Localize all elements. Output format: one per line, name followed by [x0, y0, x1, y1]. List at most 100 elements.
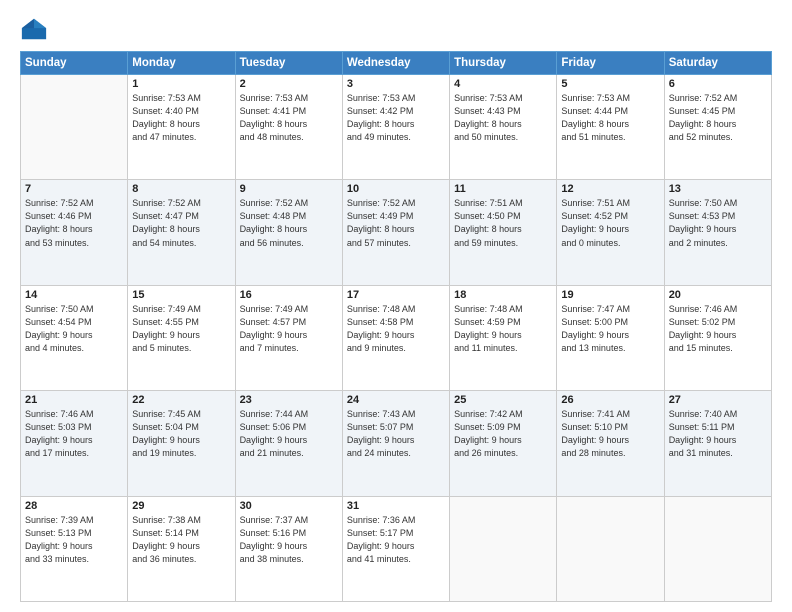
day-info: Sunrise: 7:53 AM Sunset: 4:42 PM Dayligh… — [347, 92, 445, 144]
calendar-week-3: 14Sunrise: 7:50 AM Sunset: 4:54 PM Dayli… — [21, 285, 772, 390]
day-info: Sunrise: 7:37 AM Sunset: 5:16 PM Dayligh… — [240, 514, 338, 566]
day-number: 18 — [454, 289, 552, 301]
day-number: 15 — [132, 289, 230, 301]
day-info: Sunrise: 7:46 AM Sunset: 5:02 PM Dayligh… — [669, 303, 767, 355]
day-info: Sunrise: 7:53 AM Sunset: 4:44 PM Dayligh… — [561, 92, 659, 144]
calendar-cell: 4 Sunrise: 7:53 AM Sunset: 4:43 PM Daylig… — [450, 75, 557, 180]
calendar-cell: 31 Sunrise: 7:36 AM Sunset: 5:17 PM Dayli… — [342, 496, 449, 601]
calendar-cell: 19 Sunrise: 7:47 AM Sunset: 5:00 PM Dayli… — [557, 285, 664, 390]
day-info: Sunrise: 7:49 AM Sunset: 4:57 PM Dayligh… — [240, 303, 338, 355]
day-number: 4 — [454, 78, 552, 90]
calendar-cell: 20Sunrise: 7:46 AM Sunset: 5:02 PM Dayli… — [664, 285, 771, 390]
logo — [20, 15, 52, 43]
day-info: Sunrise: 7:38 AM Sunset: 5:14 PM Dayligh… — [132, 514, 230, 566]
day-info: Sunrise: 7:48 AM Sunset: 4:58 PM Dayligh… — [347, 303, 445, 355]
day-number: 21 — [25, 394, 123, 406]
calendar-cell: 18Sunrise: 7:48 AM Sunset: 4:59 PM Dayli… — [450, 285, 557, 390]
day-info: Sunrise: 7:40 AM Sunset: 5:11 PM Dayligh… — [669, 408, 767, 460]
day-number: 19 — [561, 289, 659, 301]
calendar-cell — [21, 75, 128, 180]
calendar-cell — [664, 496, 771, 601]
calendar-cell: 11 Sunrise: 7:51 AM Sunset: 4:50 PM Dayli… — [450, 180, 557, 285]
day-number: 1 — [132, 78, 230, 90]
day-number: 7 — [25, 183, 123, 195]
calendar-week-2: 7Sunrise: 7:52 AM Sunset: 4:46 PM Daylig… — [21, 180, 772, 285]
day-info: Sunrise: 7:46 AM Sunset: 5:03 PM Dayligh… — [25, 408, 123, 460]
day-number: 30 — [240, 500, 338, 512]
day-number: 23 — [240, 394, 338, 406]
calendar-cell: 26 Sunrise: 7:41 AM Sunset: 5:10 PM Dayli… — [557, 391, 664, 496]
day-number: 27 — [669, 394, 767, 406]
day-info: Sunrise: 7:52 AM Sunset: 4:47 PM Dayligh… — [132, 197, 230, 249]
calendar-cell: 23 Sunrise: 7:44 AM Sunset: 5:06 PM Dayli… — [235, 391, 342, 496]
calendar-cell: 25 Sunrise: 7:42 AM Sunset: 5:09 PM Dayli… — [450, 391, 557, 496]
day-info: Sunrise: 7:52 AM Sunset: 4:45 PM Dayligh… — [669, 92, 767, 144]
day-number: 16 — [240, 289, 338, 301]
day-info: Sunrise: 7:47 AM Sunset: 5:00 PM Dayligh… — [561, 303, 659, 355]
day-number: 17 — [347, 289, 445, 301]
logo-icon — [20, 15, 48, 43]
day-info: Sunrise: 7:44 AM Sunset: 5:06 PM Dayligh… — [240, 408, 338, 460]
day-info: Sunrise: 7:41 AM Sunset: 5:10 PM Dayligh… — [561, 408, 659, 460]
day-number: 13 — [669, 183, 767, 195]
weekday-header-friday: Friday — [557, 52, 664, 75]
day-number: 26 — [561, 394, 659, 406]
weekday-header-wednesday: Wednesday — [342, 52, 449, 75]
calendar-cell: 7Sunrise: 7:52 AM Sunset: 4:46 PM Daylig… — [21, 180, 128, 285]
weekday-header-saturday: Saturday — [664, 52, 771, 75]
calendar-cell — [450, 496, 557, 601]
calendar-cell: 1 Sunrise: 7:53 AM Sunset: 4:40 PM Daylig… — [128, 75, 235, 180]
calendar-week-5: 28 Sunrise: 7:39 AM Sunset: 5:13 PM Dayli… — [21, 496, 772, 601]
day-number: 24 — [347, 394, 445, 406]
calendar-cell: 12 Sunrise: 7:51 AM Sunset: 4:52 PM Dayli… — [557, 180, 664, 285]
calendar-cell: 3Sunrise: 7:53 AM Sunset: 4:42 PM Daylig… — [342, 75, 449, 180]
calendar-cell: 9 Sunrise: 7:52 AM Sunset: 4:48 PM Daylig… — [235, 180, 342, 285]
calendar-cell: 17 Sunrise: 7:48 AM Sunset: 4:58 PM Dayli… — [342, 285, 449, 390]
day-number: 14 — [25, 289, 123, 301]
day-info: Sunrise: 7:42 AM Sunset: 5:09 PM Dayligh… — [454, 408, 552, 460]
day-info: Sunrise: 7:53 AM Sunset: 4:40 PM Dayligh… — [132, 92, 230, 144]
day-number: 28 — [25, 500, 123, 512]
day-info: Sunrise: 7:51 AM Sunset: 4:50 PM Dayligh… — [454, 197, 552, 249]
day-info: Sunrise: 7:39 AM Sunset: 5:13 PM Dayligh… — [25, 514, 123, 566]
day-info: Sunrise: 7:50 AM Sunset: 4:53 PM Dayligh… — [669, 197, 767, 249]
calendar-cell: 27 Sunrise: 7:40 AM Sunset: 5:11 PM Dayli… — [664, 391, 771, 496]
day-info: Sunrise: 7:45 AM Sunset: 5:04 PM Dayligh… — [132, 408, 230, 460]
day-info: Sunrise: 7:52 AM Sunset: 4:49 PM Dayligh… — [347, 197, 445, 249]
day-info: Sunrise: 7:36 AM Sunset: 5:17 PM Dayligh… — [347, 514, 445, 566]
calendar-cell: 10Sunrise: 7:52 AM Sunset: 4:49 PM Dayli… — [342, 180, 449, 285]
day-number: 8 — [132, 183, 230, 195]
day-number: 12 — [561, 183, 659, 195]
day-info: Sunrise: 7:52 AM Sunset: 4:48 PM Dayligh… — [240, 197, 338, 249]
day-number: 22 — [132, 394, 230, 406]
calendar-cell: 16 Sunrise: 7:49 AM Sunset: 4:57 PM Dayli… — [235, 285, 342, 390]
day-number: 31 — [347, 500, 445, 512]
calendar-week-4: 21 Sunrise: 7:46 AM Sunset: 5:03 PM Dayli… — [21, 391, 772, 496]
day-number: 25 — [454, 394, 552, 406]
day-number: 29 — [132, 500, 230, 512]
calendar-cell: 6Sunrise: 7:52 AM Sunset: 4:45 PM Daylig… — [664, 75, 771, 180]
calendar-cell: 13 Sunrise: 7:50 AM Sunset: 4:53 PM Dayli… — [664, 180, 771, 285]
day-info: Sunrise: 7:53 AM Sunset: 4:41 PM Dayligh… — [240, 92, 338, 144]
day-info: Sunrise: 7:51 AM Sunset: 4:52 PM Dayligh… — [561, 197, 659, 249]
calendar-cell: 22 Sunrise: 7:45 AM Sunset: 5:04 PM Dayli… — [128, 391, 235, 496]
day-info: Sunrise: 7:53 AM Sunset: 4:43 PM Dayligh… — [454, 92, 552, 144]
day-number: 9 — [240, 183, 338, 195]
header — [20, 15, 772, 43]
calendar-cell — [557, 496, 664, 601]
calendar-cell: 21 Sunrise: 7:46 AM Sunset: 5:03 PM Dayli… — [21, 391, 128, 496]
page: SundayMondayTuesdayWednesdayThursdayFrid… — [0, 0, 792, 612]
day-number: 2 — [240, 78, 338, 90]
weekday-header-tuesday: Tuesday — [235, 52, 342, 75]
calendar-cell: 30 Sunrise: 7:37 AM Sunset: 5:16 PM Dayli… — [235, 496, 342, 601]
calendar-table: SundayMondayTuesdayWednesdayThursdayFrid… — [20, 51, 772, 602]
day-number: 11 — [454, 183, 552, 195]
calendar-cell: 15 Sunrise: 7:49 AM Sunset: 4:55 PM Dayli… — [128, 285, 235, 390]
calendar-cell: 14Sunrise: 7:50 AM Sunset: 4:54 PM Dayli… — [21, 285, 128, 390]
calendar-cell: 8 Sunrise: 7:52 AM Sunset: 4:47 PM Daylig… — [128, 180, 235, 285]
calendar-cell: 5 Sunrise: 7:53 AM Sunset: 4:44 PM Daylig… — [557, 75, 664, 180]
day-number: 5 — [561, 78, 659, 90]
day-info: Sunrise: 7:49 AM Sunset: 4:55 PM Dayligh… — [132, 303, 230, 355]
calendar-cell: 28 Sunrise: 7:39 AM Sunset: 5:13 PM Dayli… — [21, 496, 128, 601]
weekday-header-monday: Monday — [128, 52, 235, 75]
